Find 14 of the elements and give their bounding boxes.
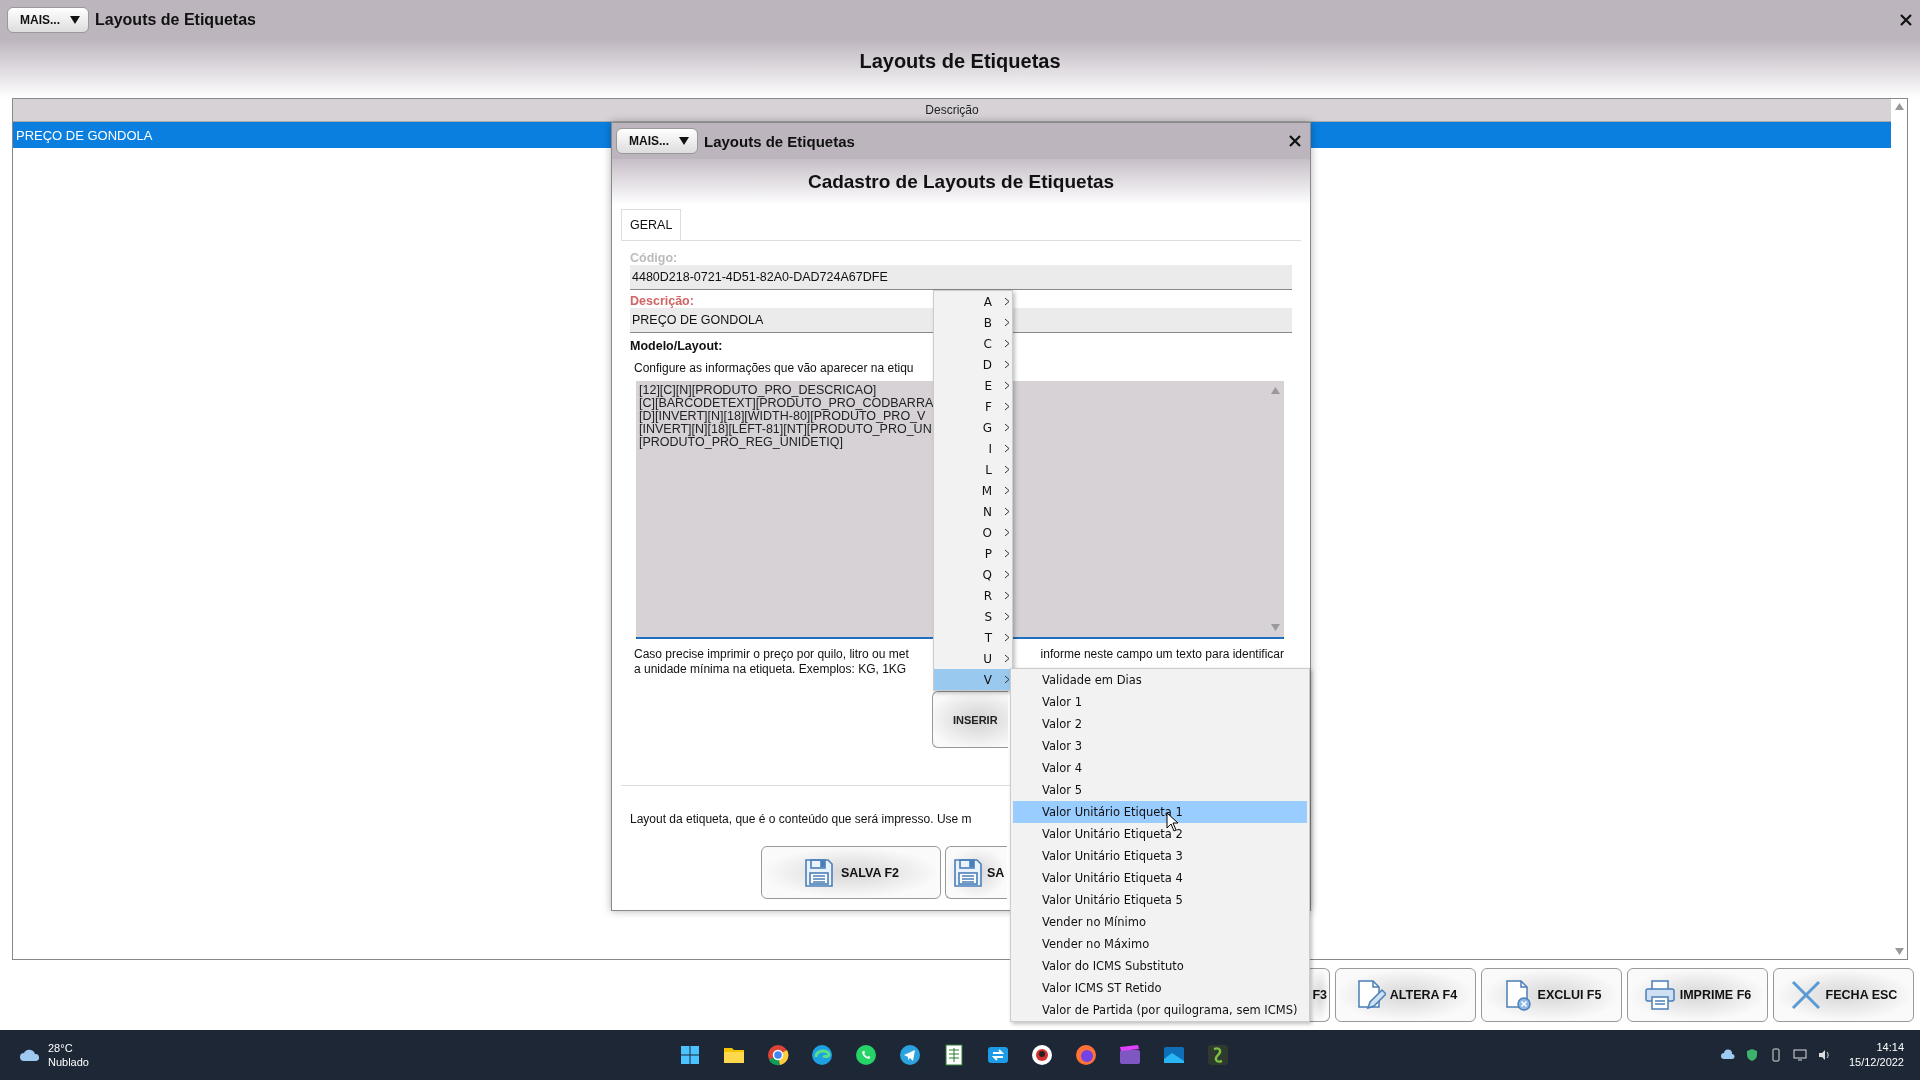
window-title: Layouts de Etiquetas — [95, 11, 256, 29]
weather-condition-text: Nublado — [48, 1055, 89, 1069]
temperature-text: 28°C — [48, 1041, 74, 1055]
hint-text: informe neste campo um texto para identificar — [1040, 647, 1284, 662]
hint-text: Configure as informações que vão aparecer na etiqu — [634, 361, 914, 375]
dialog-title: Layouts de Etiquetas — [704, 132, 855, 150]
hint-text: a unidade mínima na etiqueta. Exemplos: KG, 1KG — [634, 662, 907, 676]
field-label: Descrição: — [630, 294, 694, 308]
field-label: Código: — [630, 251, 678, 265]
note-text: Layout da etiqueta, que é o conteúdo que será impresso. Use m — [630, 812, 972, 826]
section-label: Modelo/Layout: — [630, 339, 723, 353]
hint-text: Caso precise imprimir o preço por quilo, litro ou met — [634, 647, 909, 662]
page-heading: Layouts de Etiquetas — [859, 50, 1061, 73]
dialog-heading: Cadastro de Layouts de Etiquetas — [807, 171, 1115, 193]
